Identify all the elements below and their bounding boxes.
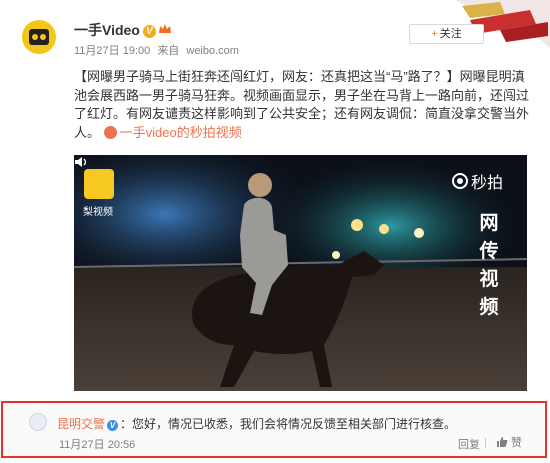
miaopai-icon [452,173,468,189]
overlay-char: 网 [479,213,499,234]
post-username-text[interactable]: 一手Video [74,22,140,38]
reply-button[interactable]: 回复 [458,436,480,452]
camera-face-icon [29,29,49,45]
follow-button[interactable]: + 关注 [409,24,484,44]
action-divider [485,438,486,448]
post-headline: 【网曝男子骑马上街狂奔还闯红灯，网友：还真把这当“马”路了？】 [74,69,460,84]
follow-label: 关注 [439,28,462,40]
video-link[interactable]: 一手video的秒拍视频 [103,125,242,140]
source-prefix: 来自 [157,45,180,57]
comment-username[interactable]: 昆明交警 [57,417,105,431]
post-meta: 11月27日 19:00 来自 weibo.com [74,42,243,58]
pear-video-logo-icon [84,169,114,199]
post-source[interactable]: weibo.com [186,45,239,57]
post-text: 【网曝男子骑马上街狂奔还闯红灯，网友：还真把这当“马”路了？】网曝昆明滇池会展西… [74,68,532,142]
comment-avatar[interactable] [29,413,47,431]
member-crown-icon [158,24,171,33]
like-label[interactable]: 赞 [511,434,522,450]
comment-text: ：您好，情况已收悉，我们会将情况反馈至相关部门进行核查。 [120,417,457,431]
overlay-char: 视 [479,269,499,290]
video-overlay-text: 网 传 视 频 [478,210,500,322]
verified-icon: V [142,25,156,38]
overlay-char: 频 [479,297,499,318]
thumbs-up-icon [497,437,508,447]
miaopai-label: 秒拍 [471,175,504,192]
post-username[interactable]: 一手Video V [74,20,172,40]
avatar[interactable] [22,20,56,54]
verified-blue-icon: V [107,420,119,431]
plus-icon: + [431,28,438,40]
comment-highlight: 昆明交警 V ：您好，情况已收悉，我们会将情况反馈至相关部门进行核查。 11月27日… [1,401,547,458]
post-timestamp[interactable]: 11月27日 19:00 [74,45,150,57]
comment-timestamp: 11月27日 20:56 [59,439,136,451]
comment-line: 昆明交警 V ：您好，情况已收悉，我们会将情况反馈至相关部门进行核查。 [57,415,456,432]
overlay-char: 传 [479,241,499,262]
pear-video-label: 梨视频 [83,207,113,218]
like-button[interactable]: 赞 [496,434,522,450]
video-player[interactable]: 梨视频 秒拍 网 传 视 频 [74,155,527,391]
video-link-text[interactable]: 一手video的秒拍视频 [120,125,242,140]
volume-icon[interactable] [74,155,88,169]
miaopai-logo: 秒拍 [452,169,503,193]
weibo-post: 一手Video V 11月27日 19:00 来自 weibo.com + 关注 【… [0,0,550,395]
video-link-icon [103,125,117,139]
